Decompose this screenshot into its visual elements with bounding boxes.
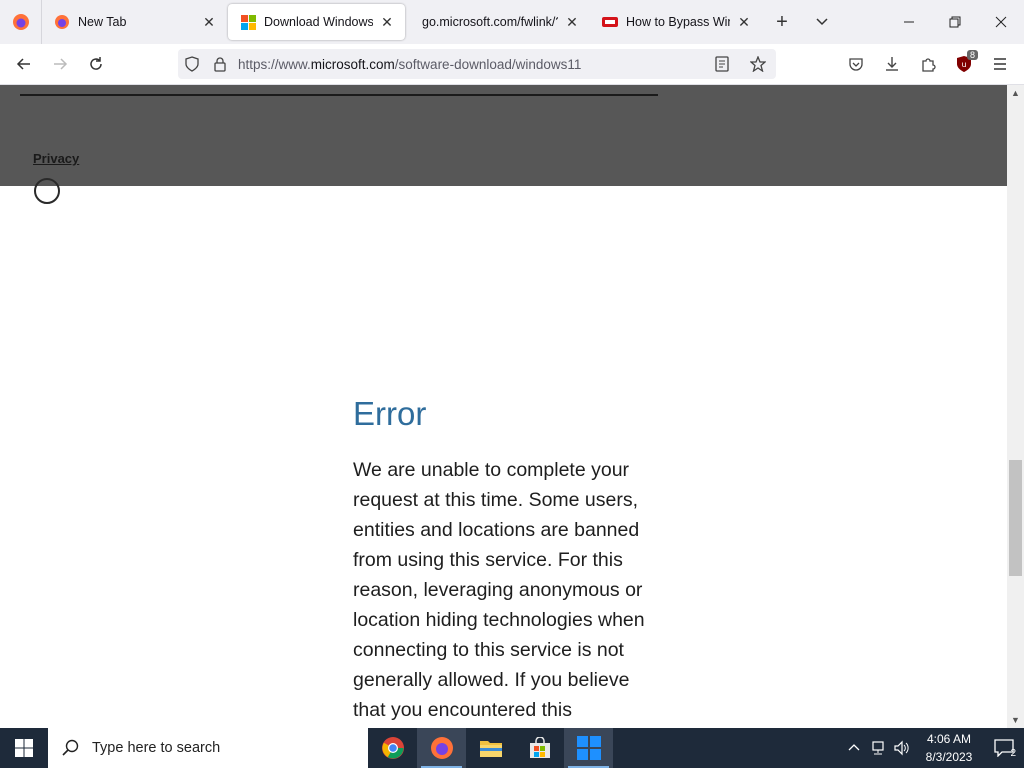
svg-text:u: u	[961, 60, 966, 69]
clock-time: 4:06 AM	[926, 732, 972, 746]
arrow-left-icon	[16, 58, 30, 70]
page-content: Privacy Error We are unable to complete …	[0, 85, 1007, 728]
restore-icon	[949, 16, 961, 28]
dimmed-overlay: Privacy	[0, 85, 1007, 204]
privacy-link[interactable]: Privacy	[33, 151, 79, 166]
site-favicon-icon	[602, 17, 618, 27]
minimize-button[interactable]	[886, 0, 932, 44]
lock-icon[interactable]	[212, 56, 228, 72]
url-host: microsoft.com	[310, 56, 395, 72]
chevron-down-icon	[816, 18, 828, 26]
taskbar-media-creation-tool[interactable]	[564, 728, 613, 768]
notification-count: 2	[1010, 748, 1016, 759]
tab-strip: New Tab ✕ Download Windows 11 ✕ go.micro…	[0, 0, 1024, 44]
window-controls	[886, 0, 1024, 44]
divider	[20, 94, 658, 96]
url-path: /software-download/windows11	[394, 56, 582, 72]
tab-label: New Tab	[78, 15, 127, 29]
ublock-origin-button[interactable]: u 8	[946, 48, 982, 80]
firefox-icon	[12, 14, 29, 30]
back-button[interactable]	[6, 48, 42, 80]
search-placeholder: Type here to search	[92, 740, 221, 756]
close-icon[interactable]: ✕	[379, 14, 395, 30]
new-tab-button[interactable]: +	[762, 0, 802, 44]
reader-view-icon	[715, 56, 729, 72]
plus-icon: +	[776, 10, 788, 33]
volume-button[interactable]	[890, 728, 914, 768]
action-center-button[interactable]: 2	[984, 728, 1024, 768]
taskbar-clock[interactable]: 4:06 AM 8/3/2023	[914, 730, 984, 766]
close-icon[interactable]: ✕	[201, 14, 217, 30]
tab-label: go.microsoft.com/fwlink/?l	[422, 15, 558, 29]
forward-button[interactable]	[42, 48, 78, 80]
system-tray: 4:06 AM 8/3/2023 2	[842, 728, 1024, 768]
network-button[interactable]	[866, 728, 890, 768]
taskbar-microsoft-store[interactable]	[515, 728, 564, 768]
taskbar-firefox[interactable]	[417, 728, 466, 768]
firefox-view-button[interactable]	[0, 0, 42, 44]
tab-new-tab[interactable]: New Tab ✕	[42, 0, 227, 44]
reader-view-button[interactable]	[704, 48, 740, 80]
close-icon[interactable]: ✕	[736, 14, 752, 30]
extension-badge: 8	[966, 50, 978, 60]
scroll-up-icon[interactable]: ▲	[1007, 85, 1024, 101]
microsoft-logo-icon	[240, 14, 256, 30]
pocket-icon	[849, 58, 863, 71]
firefox-icon	[430, 737, 453, 759]
shield-icon[interactable]	[184, 56, 200, 72]
url-prefix: https://www.	[238, 56, 311, 72]
windows-taskbar: Type here to search 4:06 AM 8/3/2023 2	[0, 728, 1024, 768]
page-scrollbar[interactable]: ▲ ▼	[1007, 85, 1024, 728]
tab-label: How to Bypass Windo	[626, 15, 730, 29]
bookmark-star-button[interactable]	[740, 48, 776, 80]
star-icon	[750, 56, 766, 72]
show-hidden-icons-button[interactable]	[842, 728, 866, 768]
windows-setup-icon	[576, 736, 601, 760]
toolbar-right: u 8	[838, 48, 1018, 80]
puzzle-icon	[922, 58, 936, 72]
windows-logo-icon	[15, 739, 33, 757]
tab-fwlink[interactable]: go.microsoft.com/fwlink/?l ✕	[410, 0, 590, 44]
folder-icon	[479, 741, 502, 757]
start-button[interactable]	[0, 728, 48, 768]
scrollbar-thumb[interactable]	[1009, 460, 1022, 576]
extensions-button[interactable]	[910, 48, 946, 80]
store-bag-icon	[529, 737, 550, 758]
download-icon	[886, 57, 898, 71]
url-bar[interactable]: https://www.microsoft.com/software-downl…	[178, 49, 776, 79]
minimize-icon	[904, 21, 914, 23]
error-title: Error	[353, 395, 427, 432]
taskbar-search-box[interactable]: Type here to search	[48, 728, 368, 768]
speaker-icon	[894, 740, 909, 756]
close-window-button[interactable]	[978, 0, 1024, 44]
list-all-tabs-button[interactable]	[802, 0, 842, 44]
pocket-button[interactable]	[838, 48, 874, 80]
network-icon	[872, 741, 884, 755]
close-icon	[995, 16, 1007, 28]
reload-icon	[90, 57, 102, 70]
navigation-toolbar: https://www.microsoft.com/software-downl…	[0, 44, 1024, 85]
taskbar-chrome[interactable]	[368, 728, 417, 768]
hamburger-menu-icon	[994, 58, 1006, 70]
app-menu-button[interactable]	[982, 48, 1018, 80]
scroll-down-icon[interactable]: ▼	[1007, 712, 1024, 728]
clock-date: 8/3/2023	[925, 750, 973, 764]
tab-label: Download Windows 11	[264, 15, 373, 29]
circle-icon	[34, 178, 60, 204]
close-icon[interactable]: ✕	[564, 14, 580, 30]
arrow-right-icon	[54, 58, 68, 70]
firefox-icon	[55, 15, 69, 29]
url-text[interactable]: https://www.microsoft.com/software-downl…	[238, 57, 581, 72]
chevron-up-icon	[848, 744, 860, 751]
url-bar-actions	[704, 48, 776, 80]
downloads-button[interactable]	[874, 48, 910, 80]
reload-button[interactable]	[78, 48, 114, 80]
tab-how-to-bypass[interactable]: How to Bypass Windo ✕	[590, 0, 762, 44]
error-message: We are unable to complete your request a…	[353, 459, 645, 721]
taskbar-file-explorer[interactable]	[466, 728, 515, 768]
search-icon	[62, 739, 79, 756]
tab-download-windows-11[interactable]: Download Windows 11 ✕	[228, 4, 405, 40]
chrome-icon	[381, 737, 404, 759]
restore-button[interactable]	[932, 0, 978, 44]
